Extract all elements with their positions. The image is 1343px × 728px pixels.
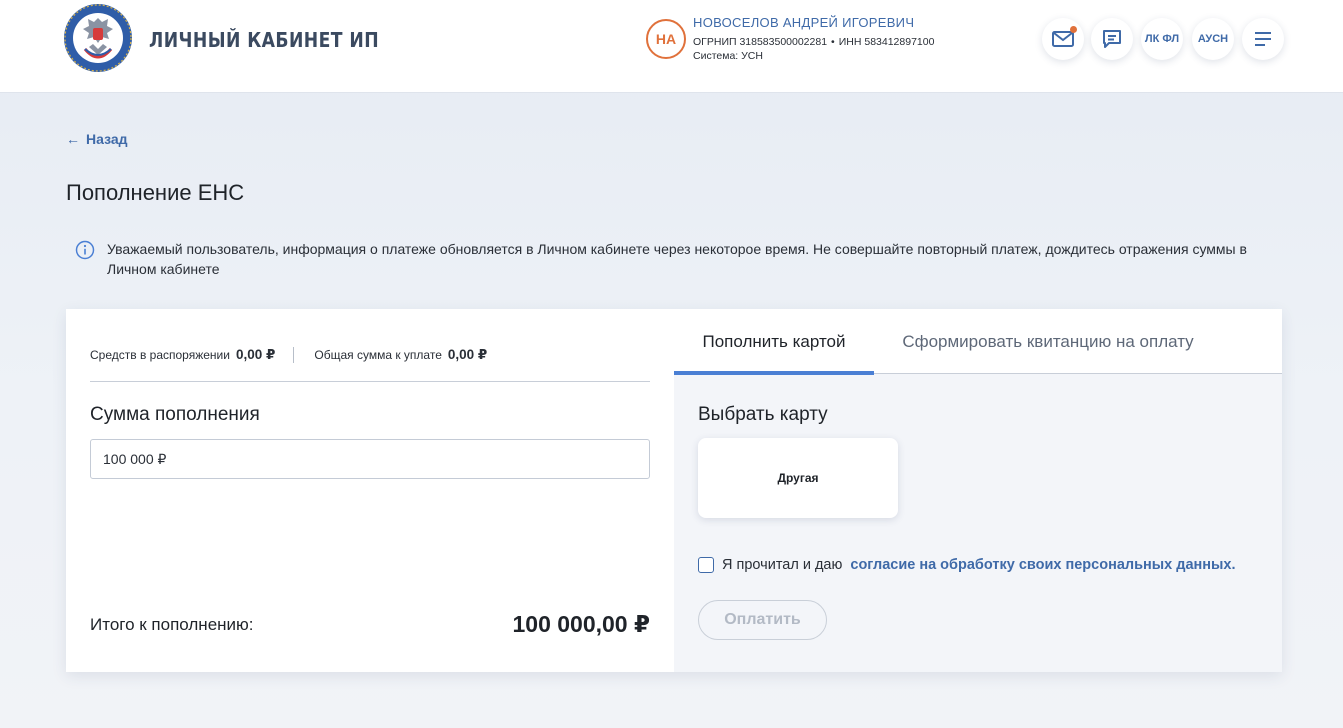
mail-icon — [1052, 31, 1074, 47]
emblem-icon — [64, 4, 132, 72]
balance-separator — [293, 347, 295, 363]
lk-fl-button[interactable]: ЛК ФЛ — [1141, 18, 1183, 60]
app-title: ЛИЧНЫЙ КАБИНЕТ ИП — [149, 28, 380, 52]
page-title: Пополнение ЕНС — [66, 180, 245, 205]
back-link[interactable]: ← Назад — [66, 131, 128, 147]
arrow-left-icon: ← — [66, 131, 80, 147]
consent-checkbox[interactable] — [698, 557, 714, 573]
menu-button[interactable] — [1242, 18, 1284, 60]
tab-pay-by-card[interactable]: Пополнить картой — [674, 309, 874, 375]
chat-button[interactable] — [1091, 18, 1133, 60]
hamburger-icon — [1255, 32, 1271, 46]
id-separator: • — [831, 36, 835, 48]
consent-text: Я прочитал и даю — [722, 557, 843, 573]
balance-summary: Средств в распоряжении 0,00 ₽ Общая сумм… — [90, 347, 487, 363]
consent-link[interactable]: согласие на обработку своих персональных… — [850, 557, 1235, 573]
payment-tabs: Пополнить картой Сформировать квитанцию … — [674, 309, 1282, 375]
back-label: Назад — [86, 131, 128, 147]
available-label: Средств в распоряжении — [90, 348, 230, 362]
amount-pane: Средств в распоряжении 0,00 ₽ Общая сумм… — [66, 309, 674, 672]
pay-button[interactable]: Оплатить — [698, 600, 827, 640]
divider — [90, 381, 650, 382]
available-value: 0,00 ₽ — [235, 347, 276, 362]
user-name[interactable]: НОВОСЕЛОВ АНДРЕЙ ИГОРЕВИЧ — [693, 15, 914, 30]
due-value: 0,00 ₽ — [447, 347, 488, 362]
user-ids: ОГРНИП 318583500002281 • ИНН 583412897100 — [693, 36, 934, 48]
payment-method-pane: Пополнить картой Сформировать квитанцию … — [674, 309, 1282, 672]
info-message: Уважаемый пользователь, информация о пла… — [107, 241, 1247, 277]
notification-dot — [1070, 26, 1077, 33]
total-label: Итого к пополнению: — [90, 615, 254, 634]
ausn-button[interactable]: АУСН — [1192, 18, 1234, 60]
header: ЛИЧНЫЙ КАБИНЕТ ИП НА НОВОСЕЛОВ АНДРЕЙ ИГ… — [0, 0, 1343, 93]
tab-generate-receipt[interactable]: Сформировать квитанцию на оплату — [884, 309, 1212, 374]
payment-card: Средств в распоряжении 0,00 ₽ Общая сумм… — [66, 309, 1282, 672]
info-icon — [75, 240, 95, 260]
amount-input[interactable] — [90, 439, 650, 479]
total-value: 100 000,00 ₽ — [512, 611, 650, 637]
amount-label: Сумма пополнения — [90, 404, 260, 425]
card-option-other[interactable]: Другая — [698, 438, 898, 518]
consent-row: Я прочитал и даю согласие на обработку с… — [698, 557, 1236, 573]
choose-card-label: Выбрать карту — [698, 404, 828, 425]
inn-value: ИНН 583412897100 — [838, 36, 935, 48]
due-label: Общая сумма к уплате — [314, 348, 442, 362]
fns-logo[interactable] — [63, 3, 133, 73]
user-avatar[interactable]: НА — [646, 19, 686, 59]
tax-system: Система: УСН — [693, 50, 763, 62]
messages-button[interactable] — [1042, 18, 1084, 60]
ogrnip-value: ОГРНИП 318583500002281 — [693, 36, 828, 48]
chat-icon — [1103, 30, 1121, 48]
